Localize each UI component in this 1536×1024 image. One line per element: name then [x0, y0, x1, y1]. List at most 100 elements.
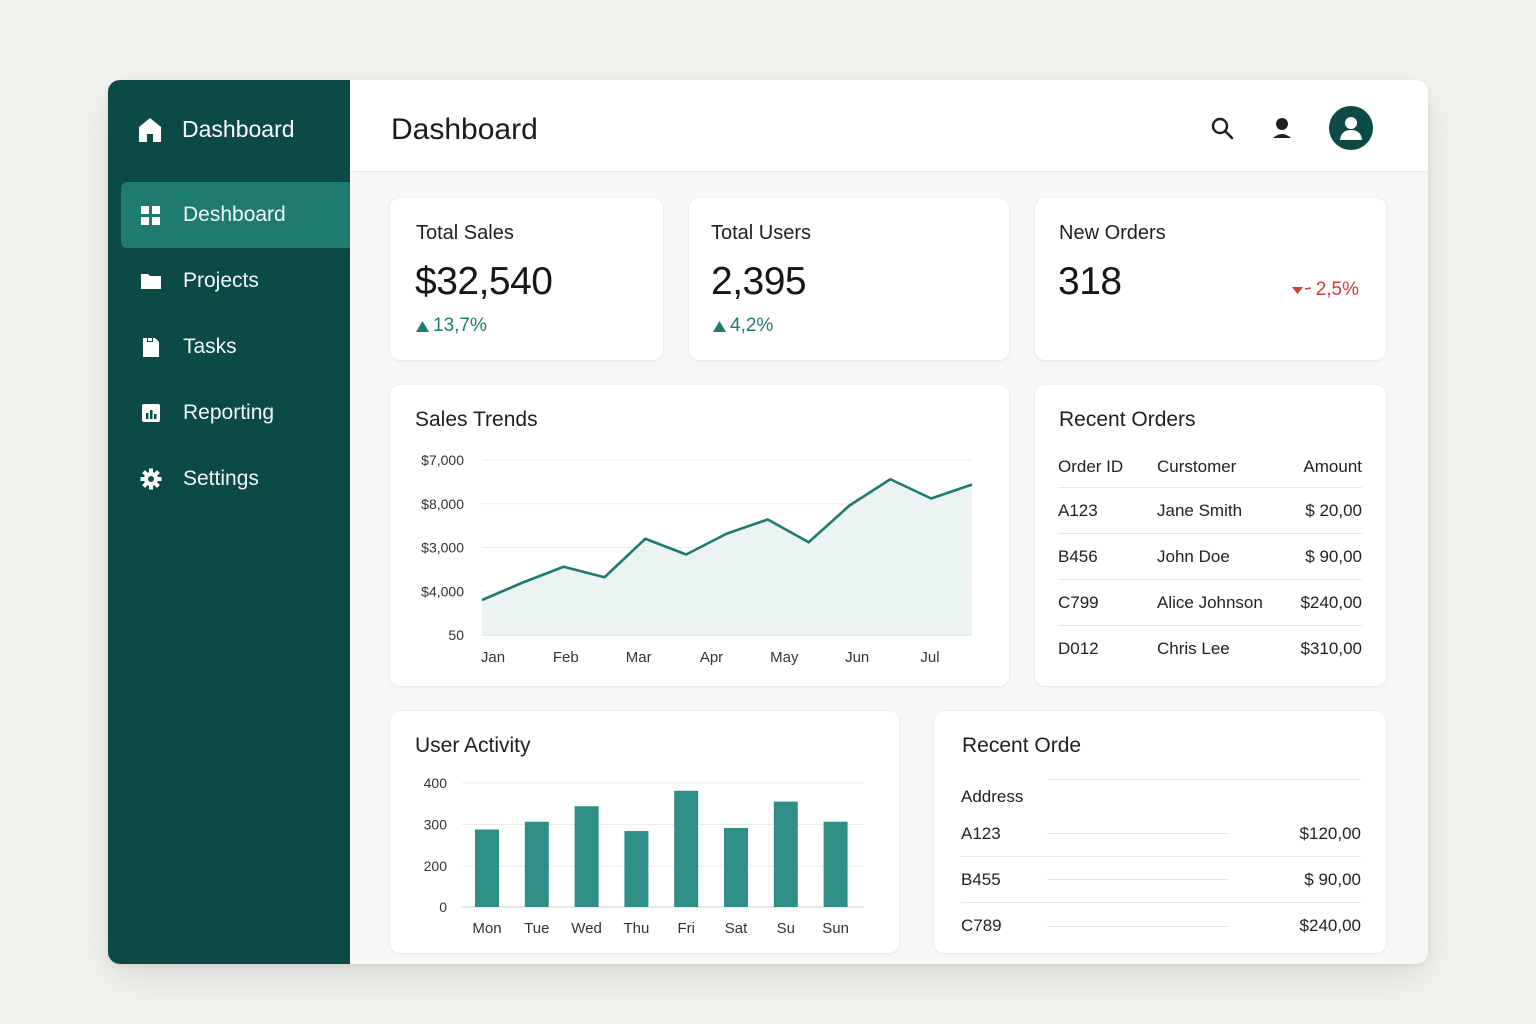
y-tick-label: 50	[448, 627, 464, 643]
bar	[524, 821, 549, 907]
bar	[724, 827, 748, 907]
x-tick-label: Sun	[822, 920, 849, 937]
x-tick-label: Fri	[677, 920, 695, 937]
bar	[823, 821, 848, 907]
order-amount: $310,00	[1300, 639, 1362, 658]
card-title: Recent Orde	[962, 734, 1082, 757]
order-amount: $ 20,00	[1305, 500, 1362, 520]
avatar-icon[interactable]	[1329, 106, 1373, 150]
stat-change-value: 4,2%	[730, 315, 774, 336]
recent-orders-card: Recent Orders Order ID Curstomer Amount …	[1035, 385, 1386, 686]
x-tick-label: Mar	[626, 649, 652, 666]
customer-name: John Doe	[1157, 546, 1230, 566]
user-activity-chart: 0 200 300 400 Mon Tue Wed Thu Fri Sat Su Sun	[424, 775, 864, 937]
x-tick-label: Jul	[920, 649, 939, 666]
table-row[interactable]: D012 Chris Lee $310,00	[1058, 626, 1362, 672]
brand-label: Dashboard	[182, 116, 295, 142]
x-tick-label: Tue	[524, 920, 549, 937]
sidebar-item-label: Tasks	[183, 335, 237, 358]
main-content: Dashboard Total Sales $32,540 13,7% Tota…	[350, 80, 1428, 964]
bar	[773, 801, 798, 907]
table-row[interactable]: B456 John Doe $ 90,00	[1058, 534, 1362, 580]
list-item[interactable]: B455 $ 90,00	[961, 857, 1361, 903]
x-tick-label: Jan	[481, 649, 505, 666]
customer-name: Alice Johnson	[1157, 592, 1263, 612]
stat-card-total-users: Total Users 2,395 4,2%	[689, 198, 1009, 360]
table-row[interactable]: A123 Jane Smith $ 20,00	[1058, 488, 1362, 534]
sidebar: Dashboard Deshboard Projects Tasks Repor…	[108, 80, 350, 964]
top-bar: Dashboard	[350, 80, 1428, 172]
y-tick-label: $4,000	[421, 583, 464, 599]
bar	[574, 806, 599, 907]
x-tick-label: Jun	[845, 649, 869, 666]
sidebar-brand[interactable]: Dashboard	[138, 116, 295, 143]
user-icon[interactable]	[1269, 115, 1295, 141]
search-icon[interactable]	[1209, 115, 1235, 141]
customer-name: Chris Lee	[1157, 639, 1230, 658]
stat-value: 318	[1058, 260, 1122, 303]
stat-label: Total Sales	[416, 222, 514, 244]
stat-label: Total Users	[711, 222, 812, 244]
order-amount: $120,00	[1299, 823, 1361, 843]
stat-change-value: 13,7%	[433, 315, 487, 336]
sidebar-item-label: Deshboard	[183, 203, 286, 226]
stat-card-new-orders: New Orders 318 2,5%	[1035, 198, 1386, 360]
sidebar-item-projects[interactable]: Projects	[121, 248, 350, 314]
triangle-down-icon	[1291, 287, 1311, 294]
grid-icon	[141, 206, 160, 225]
column-header[interactable]: Order ID	[1058, 457, 1157, 477]
y-tick-label: 300	[424, 817, 448, 833]
y-tick-label: 400	[424, 775, 448, 791]
card-title: Recent Orders	[1059, 408, 1196, 431]
sidebar-item-label: Projects	[183, 269, 259, 292]
orders-table: Order ID Curstomer Amount A123 Jane Smit…	[1058, 452, 1362, 672]
x-tick-label: Feb	[553, 649, 579, 666]
top-bar-actions	[1209, 106, 1373, 150]
column-header[interactable]: Curstomer	[1157, 457, 1292, 477]
stat-change: 4,2%	[713, 315, 773, 337]
area-fill	[482, 479, 972, 635]
order-id: C799	[1058, 592, 1099, 612]
table-header: Order ID Curstomer Amount	[1058, 452, 1362, 488]
triangle-up-icon	[416, 320, 429, 332]
divider	[1047, 925, 1227, 927]
bar	[624, 831, 649, 907]
x-tick-label: Wed	[571, 920, 602, 937]
gear-icon	[140, 468, 162, 490]
x-tick-label: Mon	[472, 920, 501, 937]
stat-value: 2,395	[711, 260, 807, 303]
order-amount: $240,00	[1300, 592, 1362, 612]
sidebar-item-tasks[interactable]: Tasks	[121, 314, 350, 380]
sidebar-item-dashboard[interactable]: Deshboard	[121, 182, 350, 248]
column-header[interactable]: Amount	[1292, 457, 1362, 477]
stat-change: 13,7%	[416, 315, 487, 337]
divider	[1047, 879, 1227, 880]
sidebar-item-reporting[interactable]: Reporting	[121, 380, 350, 446]
stat-value: $32,540	[415, 260, 553, 303]
home-icon	[139, 117, 161, 142]
y-tick-label: $8,000	[421, 496, 464, 512]
y-tick-label: 0	[439, 899, 447, 915]
stat-card-total-sales: Total Sales $32,540 13,7%	[390, 198, 663, 360]
stat-label: New Orders	[1059, 222, 1166, 244]
sales-trends-chart: $7,000 $8,000 $3,000 $4,000 50 Jan Feb Mar Apr Ma…	[421, 452, 973, 666]
folder-icon	[141, 274, 161, 289]
list-item[interactable]: A123 $120,00	[961, 811, 1361, 857]
user-activity-card: User Activity 0 200 300 400 Mon Tue Wed Thu Fri S…	[390, 711, 899, 953]
table-row[interactable]: C799 Alice Johnson $240,00	[1058, 580, 1362, 626]
order-amount: $ 90,00	[1304, 869, 1361, 889]
address-list: Address A123 $120,00 B455 $ 90,00 C789 $…	[961, 779, 1361, 949]
stat-change-value: 2,5%	[1315, 279, 1359, 300]
list-item[interactable]: C789 $240,00	[961, 903, 1361, 949]
sidebar-item-label: Settings	[183, 467, 259, 490]
x-tick-label: Su	[777, 920, 795, 937]
sidebar-nav: Deshboard Projects Tasks Reporting Setti…	[121, 182, 350, 512]
address-header-rule	[1048, 779, 1361, 811]
x-tick-label: Sat	[725, 920, 748, 937]
sidebar-item-settings[interactable]: Settings	[121, 446, 350, 512]
y-tick-label: 200	[424, 858, 448, 874]
order-id: B456	[1058, 546, 1098, 566]
stat-change: 2,5%	[1291, 279, 1359, 301]
app-window: Dashboard Deshboard Projects Tasks Repor…	[108, 80, 1428, 964]
address-header: Address	[961, 787, 1024, 806]
